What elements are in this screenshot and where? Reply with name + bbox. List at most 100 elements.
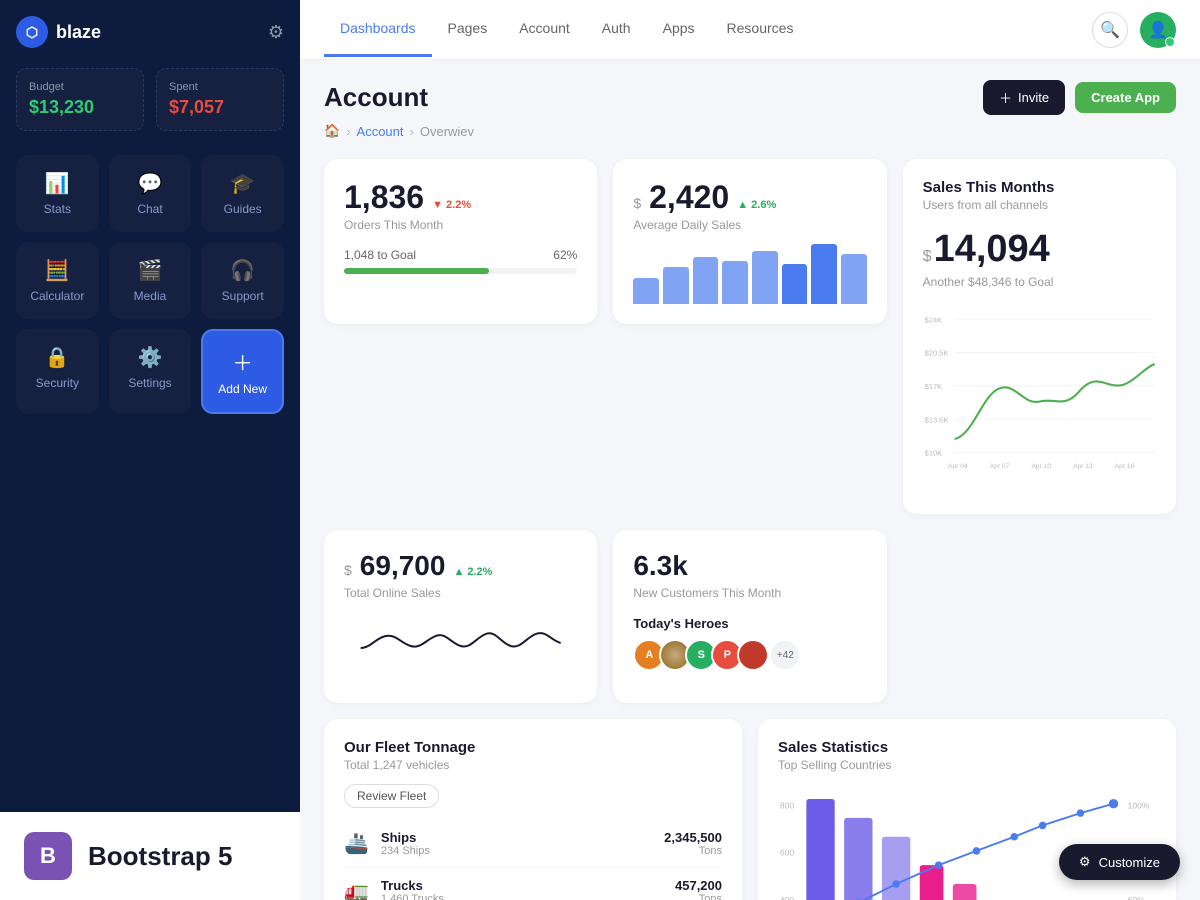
trucks-value-area: 457,200 Tons	[675, 878, 722, 900]
create-app-button[interactable]: Create App	[1075, 82, 1176, 113]
svg-text:Apr 16: Apr 16	[1114, 463, 1134, 470]
online-sales-card: $ 69,700 ▲ 2.2% Total Online Sales	[324, 530, 597, 703]
sidebar-item-support[interactable]: 🎧 Support	[201, 242, 284, 319]
bar-3	[693, 257, 719, 304]
security-icon: 🔒	[45, 345, 70, 370]
trucks-info: Trucks 1,460 Trucks	[381, 878, 444, 900]
security-label: Security	[36, 376, 79, 390]
svg-text:$13.5K: $13.5K	[924, 415, 948, 424]
svg-text:$24K: $24K	[924, 315, 942, 324]
svg-text:Apr 10: Apr 10	[1031, 463, 1051, 470]
user-avatar[interactable]: 👤	[1140, 12, 1176, 48]
orders-progress-fill	[344, 268, 489, 274]
sales-stats-sub: Top Selling Countries	[778, 758, 1156, 772]
svg-text:$20.5K: $20.5K	[924, 349, 948, 358]
ships-unit: Tons	[664, 845, 722, 857]
fleet-card: Our Fleet Tonnage Total 1,247 vehicles R…	[324, 719, 742, 900]
sales-month-prefix: $	[923, 248, 932, 266]
svg-text:$17K: $17K	[924, 382, 942, 391]
review-fleet-button[interactable]: Review Fleet	[344, 784, 439, 808]
orders-progress-section: 1,048 to Goal 62%	[344, 248, 577, 274]
budget-row: Budget $13,230 Spent $7,057	[16, 68, 284, 131]
orders-value: 1,836	[344, 179, 424, 216]
sidebar-item-stats[interactable]: 📊 Stats	[16, 155, 99, 232]
bootstrap-badge: B Bootstrap 5	[0, 812, 300, 900]
support-icon: 🎧	[230, 258, 255, 283]
nav-pages[interactable]: Pages	[432, 2, 504, 57]
top-nav-links: Dashboards Pages Account Auth Apps Resou…	[324, 2, 809, 57]
trucks-name: Trucks	[381, 878, 444, 893]
support-label: Support	[222, 289, 264, 303]
customize-icon: ⚙	[1079, 854, 1091, 870]
sidebar-item-chat[interactable]: 💬 Chat	[109, 155, 192, 232]
sidebar-item-guides[interactable]: 🎓 Guides	[201, 155, 284, 232]
orders-goal-pct: 62%	[553, 248, 577, 262]
orders-goal-text: 1,048 to Goal	[344, 248, 416, 262]
sales-month-sub: Users from all channels	[923, 198, 1156, 212]
daily-sales-card: $ 2,420 ▲ 2.6% Average Daily Sales	[613, 159, 886, 324]
nav-account[interactable]: Account	[503, 2, 586, 57]
hero-count: +42	[769, 639, 801, 671]
ships-value-area: 2,345,500 Tons	[664, 830, 722, 857]
sales-month-title: Sales This Months	[923, 179, 1156, 196]
logo-area: ⬡ blaze	[16, 16, 101, 48]
sales-month-placeholder	[903, 530, 1176, 703]
online-sales-label: Total Online Sales	[344, 586, 577, 600]
page-content: Account ＋ Invite Create App 🏠 › Account …	[300, 60, 1200, 900]
calculator-label: Calculator	[30, 289, 84, 303]
sales-month-value: 14,094	[934, 228, 1050, 271]
svg-text:100%: 100%	[1128, 800, 1150, 810]
chat-icon: 💬	[138, 171, 163, 196]
ships-value: 2,345,500	[664, 830, 722, 845]
svg-text:60%: 60%	[1128, 895, 1145, 900]
sidebar-item-media[interactable]: 🎬 Media	[109, 242, 192, 319]
customize-button[interactable]: ⚙ Customize	[1059, 844, 1180, 880]
online-sales-change: ▲ 2.2%	[453, 566, 492, 578]
svg-text:400: 400	[780, 895, 794, 900]
invite-plus-icon: ＋	[999, 88, 1012, 107]
add-new-label: Add New	[218, 382, 267, 396]
budget-card: Budget $13,230	[16, 68, 144, 131]
online-sales-value: 69,700	[360, 550, 446, 582]
sales-stats-chart: 800 600 400 200 100% 80% 60% 40%	[778, 784, 1156, 900]
customers-card: 6.3k New Customers This Month Today's He…	[613, 530, 886, 703]
search-button[interactable]: 🔍	[1092, 12, 1128, 48]
media-label: Media	[134, 289, 167, 303]
customers-label: New Customers This Month	[633, 586, 866, 600]
customers-value: 6.3k	[633, 550, 866, 582]
page-actions: ＋ Invite Create App	[983, 80, 1176, 115]
breadcrumb-account[interactable]: Account	[357, 124, 404, 139]
orders-change: ▼ 2.2%	[432, 199, 471, 211]
bar-5	[752, 251, 778, 304]
sales-month-goal: Another $48,346 to Goal	[923, 275, 1156, 289]
sidebar-item-security[interactable]: 🔒 Security	[16, 329, 99, 414]
spent-value: $7,057	[169, 97, 271, 118]
invite-button[interactable]: ＋ Invite	[983, 80, 1065, 115]
main-content: Dashboards Pages Account Auth Apps Resou…	[300, 0, 1200, 900]
sidebar-item-settings[interactable]: ⚙️ Settings	[109, 329, 192, 414]
media-icon: 🎬	[138, 258, 163, 283]
bar-7	[811, 244, 837, 304]
ships-name: Ships	[381, 830, 430, 845]
add-new-icon: ＋	[233, 347, 253, 376]
fleet-item-ships: 🚢 Ships 234 Ships 2,345,500 Tons	[344, 820, 722, 868]
customize-label: Customize	[1099, 855, 1160, 870]
hero-avatar-5	[737, 639, 769, 671]
nav-resources[interactable]: Resources	[711, 2, 810, 57]
fleet-title: Our Fleet Tonnage	[344, 739, 722, 756]
invite-label: Invite	[1018, 90, 1049, 105]
svg-text:$10K: $10K	[924, 449, 942, 458]
nav-apps[interactable]: Apps	[647, 2, 711, 57]
sidebar-menu-icon[interactable]: ⚙	[268, 22, 284, 43]
orders-label: Orders This Month	[344, 218, 577, 232]
orders-progress-bg	[344, 268, 577, 274]
breadcrumb-home-icon: 🏠	[324, 123, 340, 139]
sidebar-item-add-new[interactable]: ＋ Add New	[201, 329, 284, 414]
sidebar-item-calculator[interactable]: 🧮 Calculator	[16, 242, 99, 319]
nav-auth[interactable]: Auth	[586, 2, 647, 57]
trucks-sub: 1,460 Trucks	[381, 893, 444, 900]
nav-dashboards[interactable]: Dashboards	[324, 2, 432, 57]
daily-sales-chart	[633, 244, 866, 304]
content-wrapper: Dashboards Pages Account Auth Apps Resou…	[300, 0, 1200, 900]
chat-label: Chat	[137, 202, 162, 216]
